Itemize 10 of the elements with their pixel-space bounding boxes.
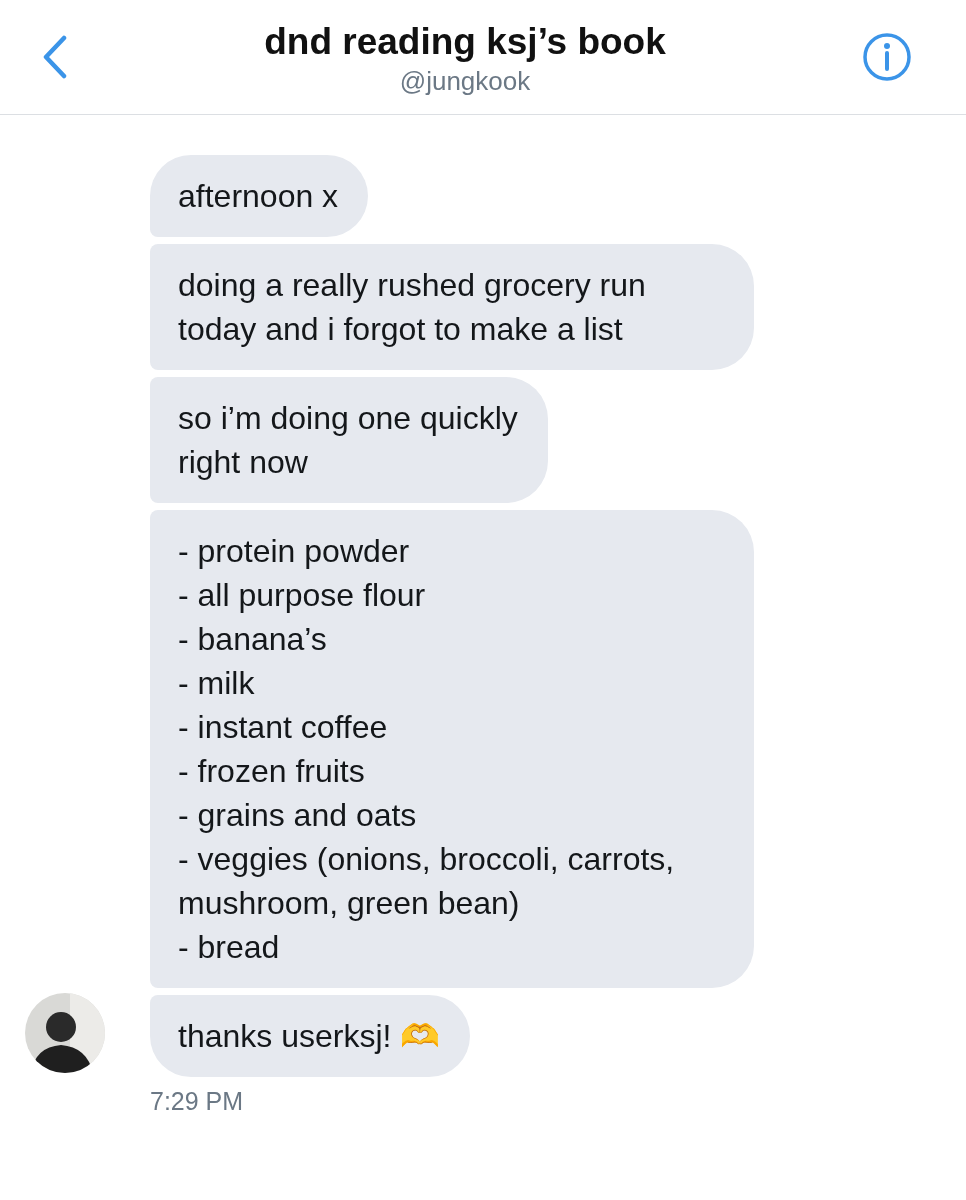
message-bubble: - protein powder - all purpose flour - banana’s - milk - instant coffee - frozen fruits - grains and oats - veggies (onions, broccoli, carrots, mushroom, green bean) - bread <box>150 510 754 988</box>
timestamp: 7:29 PM <box>150 1087 245 1116</box>
username: @jungkook <box>399 65 531 98</box>
back-icon[interactable] <box>42 35 68 79</box>
message-bubble: afternoon x <box>150 155 369 237</box>
message-bubble: so i’m doing one quickly right now <box>150 377 548 503</box>
info-icon[interactable] <box>862 32 912 82</box>
conversation-title: dnd reading ksj’s book <box>264 20 666 64</box>
message-bubble: thanks userksj! 🫶 <box>150 995 471 1077</box>
message-bubble: doing a really rushed grocery run today and i forgot to make a list <box>150 244 754 370</box>
